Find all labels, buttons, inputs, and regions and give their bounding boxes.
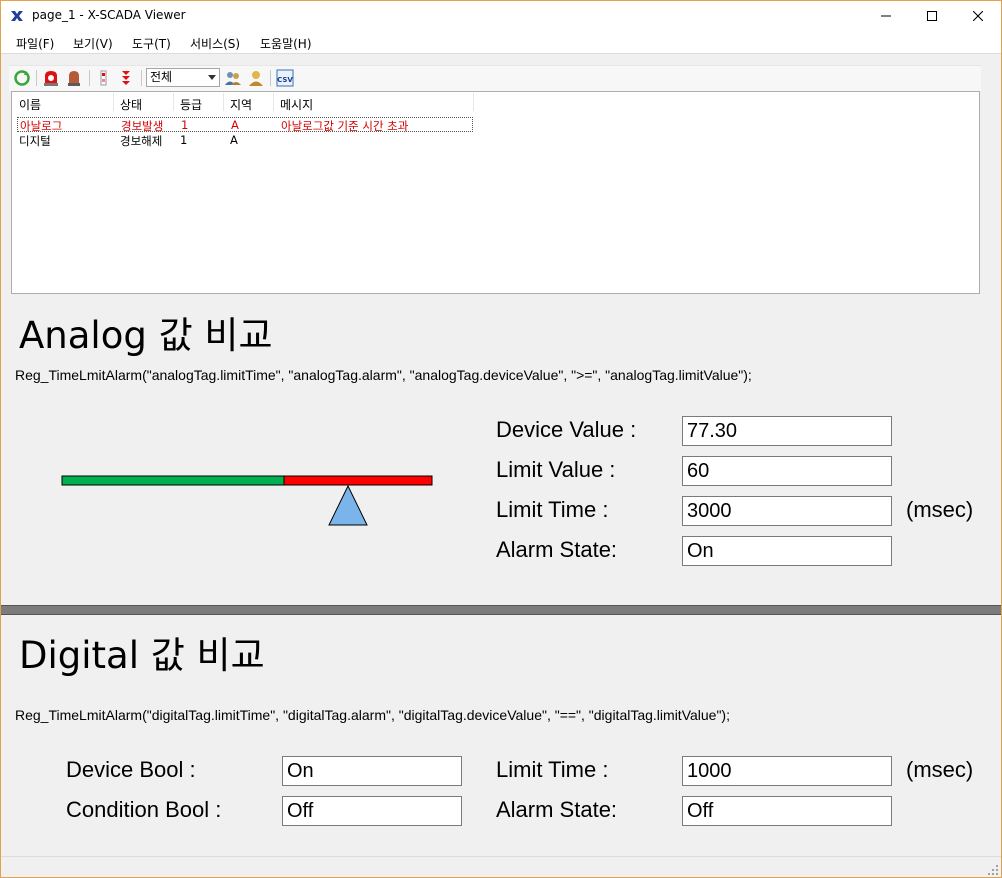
analog-function-call: Reg_TimeLmitAlarm("analogTag.limitTime",… bbox=[15, 367, 752, 383]
toolbar-separator bbox=[270, 70, 271, 86]
alarm-state: 경보발생 bbox=[121, 119, 164, 133]
alarm-name: 아날로그 bbox=[20, 119, 63, 133]
toolbar-separator bbox=[36, 70, 37, 86]
column-divider[interactable] bbox=[273, 93, 274, 111]
digital-limit-time-label: Limit Time : bbox=[496, 757, 609, 782]
device-bool-label: Device Bool : bbox=[66, 757, 196, 782]
menu-file[interactable]: 파일(F) bbox=[16, 35, 54, 52]
chevron-down-icon bbox=[208, 75, 216, 80]
alarm-area: A bbox=[230, 133, 238, 147]
csv-export-icon[interactable]: CSV bbox=[276, 69, 294, 87]
minimize-icon bbox=[881, 15, 891, 17]
status-bar bbox=[1, 856, 1001, 877]
column-header-name[interactable]: 이름 bbox=[19, 96, 41, 113]
analog-limit-time-field[interactable]: 3000 bbox=[682, 496, 892, 526]
alarm-row[interactable]: 아날로그 경보발생 1 A 아날로그값 기준 시간 초과 bbox=[17, 117, 473, 133]
alarm-name: 디지털 bbox=[19, 134, 51, 148]
column-divider[interactable] bbox=[473, 93, 474, 111]
column-header-state[interactable]: 상태 bbox=[120, 96, 142, 113]
section-divider bbox=[1, 605, 1001, 615]
analog-alarm-state-field[interactable]: On bbox=[682, 536, 892, 566]
minimize-button[interactable] bbox=[863, 1, 909, 31]
device-value-label: Device Value : bbox=[496, 417, 637, 442]
window-title: page_1 - X-SCADA Viewer bbox=[32, 8, 186, 22]
toolbar-separator bbox=[141, 70, 142, 86]
toolbar-separator bbox=[89, 70, 90, 86]
analog-unit-label: (msec) bbox=[906, 497, 974, 522]
alarm-message: 아날로그값 기준 시간 초과 bbox=[281, 119, 409, 133]
app-window: page_1 - X-SCADA Viewer 파일(F) 보기(V) 도구(T… bbox=[0, 0, 1002, 878]
refresh-icon[interactable] bbox=[13, 69, 31, 87]
alarm-level: 1 bbox=[180, 133, 188, 147]
title-bar: page_1 - X-SCADA Viewer bbox=[1, 1, 1001, 31]
analog-balance-scale bbox=[61, 475, 433, 526]
alarm-ack-icon[interactable] bbox=[42, 69, 60, 87]
menu-tools[interactable]: 도구(T) bbox=[132, 35, 171, 52]
device-bool-field[interactable]: On bbox=[282, 756, 462, 786]
user-group-icon[interactable] bbox=[224, 69, 242, 87]
column-header-level[interactable]: 등급 bbox=[180, 96, 202, 113]
menu-bar: 파일(F) 보기(V) 도구(T) 서비스(S) 도움말(H) bbox=[1, 31, 1001, 54]
analog-section-title: Analog 값 비교 bbox=[19, 314, 273, 357]
maximize-button[interactable] bbox=[909, 1, 955, 31]
digital-section-title: Digital 값 비교 bbox=[19, 634, 265, 677]
balance-bar-device bbox=[61, 475, 285, 486]
close-icon bbox=[973, 11, 983, 21]
analog-alarm-state-label: Alarm State: bbox=[496, 537, 618, 562]
column-divider[interactable] bbox=[223, 93, 224, 111]
alarm-bell-icon[interactable] bbox=[65, 69, 83, 87]
digital-unit-label: (msec) bbox=[906, 757, 974, 782]
limit-value-field[interactable]: 60 bbox=[682, 456, 892, 486]
condition-bool-label: Condition Bool : bbox=[66, 797, 222, 822]
balance-pivot bbox=[328, 484, 368, 526]
alarm-area: A bbox=[231, 118, 239, 132]
column-header-area[interactable]: 지역 bbox=[230, 96, 252, 113]
alarm-row[interactable]: 디지털 경보해제 1 A bbox=[17, 133, 473, 148]
digital-alarm-state-label: Alarm State: bbox=[496, 797, 618, 822]
close-button[interactable] bbox=[955, 1, 1001, 31]
digital-limit-time-field[interactable]: 1000 bbox=[682, 756, 892, 786]
alarm-filter-icon[interactable] bbox=[95, 69, 113, 87]
alarm-level: 1 bbox=[181, 118, 189, 132]
menu-services[interactable]: 서비스(S) bbox=[190, 35, 240, 52]
limit-value-label: Limit Value : bbox=[496, 457, 616, 482]
column-divider[interactable] bbox=[113, 93, 114, 111]
alarm-list[interactable]: 이름 상태 등급 지역 메시지 아날로그 경보발생 1 A 아날로그값 기준 시… bbox=[11, 91, 980, 294]
analog-limit-time-label: Limit Time : bbox=[496, 497, 609, 522]
alarm-filter-all-icon[interactable] bbox=[117, 69, 135, 87]
toolbar: 전체 CSV bbox=[9, 65, 981, 91]
filter-select-value: 전체 bbox=[150, 70, 173, 84]
balance-bar-limit bbox=[283, 475, 433, 486]
x-scada-logo-icon bbox=[11, 11, 23, 21]
digital-alarm-state-field[interactable]: Off bbox=[682, 796, 892, 826]
resize-grip-icon[interactable] bbox=[987, 864, 999, 876]
csv-export-label: CSV bbox=[277, 76, 293, 84]
alarm-state: 경보해제 bbox=[120, 134, 163, 148]
menu-help[interactable]: 도움말(H) bbox=[260, 35, 312, 52]
column-header-message[interactable]: 메시지 bbox=[280, 96, 313, 113]
menu-view[interactable]: 보기(V) bbox=[73, 35, 113, 52]
column-divider[interactable] bbox=[173, 93, 174, 111]
filter-select[interactable]: 전체 bbox=[146, 68, 220, 87]
user-icon[interactable] bbox=[247, 69, 265, 87]
maximize-icon bbox=[927, 11, 937, 21]
digital-function-call: Reg_TimeLmitAlarm("digitalTag.limitTime"… bbox=[15, 707, 730, 723]
device-value-field[interactable]: 77.30 bbox=[682, 416, 892, 446]
condition-bool-field[interactable]: Off bbox=[282, 796, 462, 826]
